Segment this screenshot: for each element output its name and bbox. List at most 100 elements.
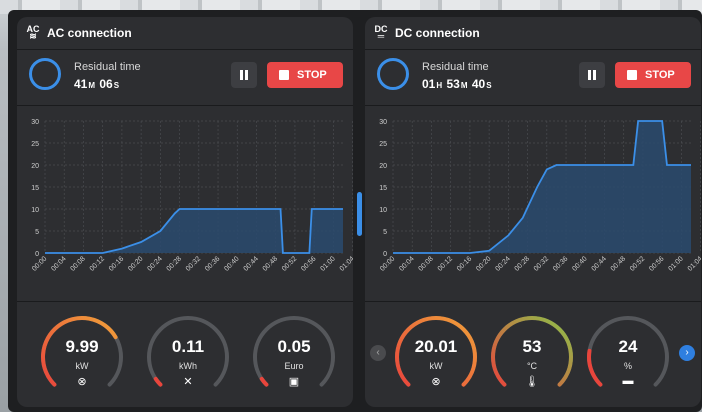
- y-tick-label: 30: [31, 119, 39, 126]
- gauge-unit: Euro: [284, 361, 304, 371]
- x-tick-label: 00:20: [127, 255, 144, 272]
- gauge-value: 24: [618, 337, 638, 356]
- residual-time-value: 01H 53M 40S: [422, 77, 492, 91]
- divider: [365, 301, 701, 302]
- y-tick-label: 5: [383, 229, 387, 236]
- power-icon: ⊗: [431, 376, 441, 388]
- gauge-dial: [147, 316, 229, 387]
- stop-label: STOP: [645, 69, 675, 81]
- stop-icon: [627, 70, 637, 80]
- x-tick-label: 00:16: [456, 255, 473, 272]
- y-tick-label: 0: [35, 251, 39, 258]
- pause-icon: [240, 70, 243, 80]
- wallet-icon: ▣: [288, 376, 300, 388]
- x-tick-label: 00:36: [204, 255, 221, 272]
- dc-connection-panel: DC ═ DC connection Residual time 01H 53M …: [365, 17, 701, 407]
- progress-ring: [29, 58, 61, 90]
- x-tick-label: 00:28: [166, 255, 183, 272]
- x-tick-label: 00:52: [629, 255, 646, 272]
- gauge-dial: [587, 316, 669, 387]
- dc-power-chart: 05101520253000:00 00:04 00:08 00:12 00:16 00:…: [379, 119, 701, 273]
- gauge-dial: [395, 316, 477, 387]
- gauge-power: 20.01 kW ⊗: [392, 307, 480, 407]
- gauge-value: 0.05: [277, 337, 311, 356]
- x-tick-label: 01:04: [687, 255, 701, 272]
- x-tick-label: 00:08: [70, 255, 87, 272]
- stop-icon: [279, 70, 289, 80]
- residual-time-label: Residual time: [74, 61, 141, 73]
- x-tick-label: 00:56: [300, 255, 317, 272]
- x-tick-label: 00:04: [50, 255, 67, 272]
- gauge-unit: kW: [75, 361, 89, 371]
- x-tick-label: 00:24: [494, 255, 511, 272]
- y-tick-label: 5: [35, 229, 39, 236]
- gauge-power: 9.99 kW ⊗: [38, 307, 126, 407]
- gauge-energy: 0.11 kWh ✕: [144, 307, 232, 407]
- x-tick-label: 01:04: [339, 255, 353, 272]
- gauge-value: 53: [522, 337, 542, 356]
- carousel-next-button[interactable]: ›: [679, 345, 695, 361]
- x-tick-label: 00:12: [89, 255, 106, 272]
- x-tick-label: 00:20: [475, 255, 492, 272]
- gauge-value: 9.99: [65, 337, 99, 356]
- pause-button[interactable]: [579, 62, 605, 88]
- x-tick-label: 00:56: [648, 255, 665, 272]
- x-tick-label: 00:24: [146, 255, 163, 272]
- x-tick-label: 00:28: [514, 255, 531, 272]
- gauge-value: 0.11: [171, 337, 205, 356]
- x-tick-label: 00:16: [108, 255, 125, 272]
- y-tick-label: 0: [383, 251, 387, 258]
- carousel-prev-button[interactable]: ‹: [370, 345, 386, 361]
- x-tick-label: 00:48: [262, 255, 279, 272]
- panel-header: DC ═ DC connection: [365, 17, 701, 49]
- stop-button[interactable]: STOP: [267, 62, 343, 88]
- stop-button[interactable]: STOP: [615, 62, 691, 88]
- gauge-unit: kW: [429, 361, 443, 371]
- divider: [365, 105, 701, 106]
- ac-connection-panel: AC ≋ AC connection Residual time 41M 06S …: [17, 17, 353, 407]
- gauge-thermometer: 53 °C 🌡: [488, 307, 576, 407]
- gauge-dial: [253, 316, 335, 387]
- x-tick-label: 00:04: [398, 255, 415, 272]
- x-tick-label: 00:00: [379, 255, 396, 272]
- y-tick-label: 15: [31, 185, 39, 192]
- x-tick-label: 00:40: [223, 255, 240, 272]
- y-tick-label: 10: [379, 207, 387, 214]
- x-tick-label: 00:32: [185, 255, 202, 272]
- energy-icon: ✕: [183, 376, 193, 388]
- pause-icon-bar: [593, 70, 596, 80]
- x-tick-label: 00:08: [418, 255, 435, 272]
- power-icon: ⊗: [77, 376, 87, 388]
- gauge-dial: [491, 316, 573, 387]
- gauge-unit: %: [623, 361, 632, 371]
- y-tick-label: 25: [31, 141, 39, 148]
- x-tick-label: 00:40: [571, 255, 588, 272]
- pause-icon: [588, 70, 591, 80]
- progress-ring: [377, 58, 409, 90]
- y-tick-label: 20: [379, 163, 387, 170]
- x-tick-label: 00:44: [243, 255, 260, 272]
- thermometer-icon: 🌡: [525, 376, 539, 388]
- x-tick-label: 00:52: [281, 255, 298, 272]
- divider: [17, 49, 353, 50]
- pause-icon-bar: [245, 70, 248, 80]
- panel-title: DC connection: [395, 26, 480, 40]
- ac-gauges: 9.99 kW ⊗ 0.11 kWh ✕ 0.05 Euro ▣: [17, 307, 353, 407]
- y-tick-label: 20: [31, 163, 39, 170]
- panel-title: AC connection: [47, 26, 132, 40]
- y-tick-label: 25: [379, 141, 387, 148]
- x-tick-label: 00:32: [533, 255, 550, 272]
- scrollbar-thumb[interactable]: [357, 192, 362, 236]
- gauge-value: 20.01: [414, 337, 458, 356]
- stop-label: STOP: [297, 69, 327, 81]
- divider: [365, 49, 701, 50]
- x-tick-label: 00:12: [437, 255, 454, 272]
- gauge-unit: °C: [526, 361, 538, 371]
- divider: [17, 105, 353, 106]
- x-tick-label: 00:48: [610, 255, 627, 272]
- x-tick-label: 01:00: [319, 255, 336, 272]
- dc-plug-icon: DC ═: [374, 24, 388, 41]
- x-tick-label: 00:44: [591, 255, 608, 272]
- pause-button[interactable]: [231, 62, 257, 88]
- y-tick-label: 10: [31, 207, 39, 214]
